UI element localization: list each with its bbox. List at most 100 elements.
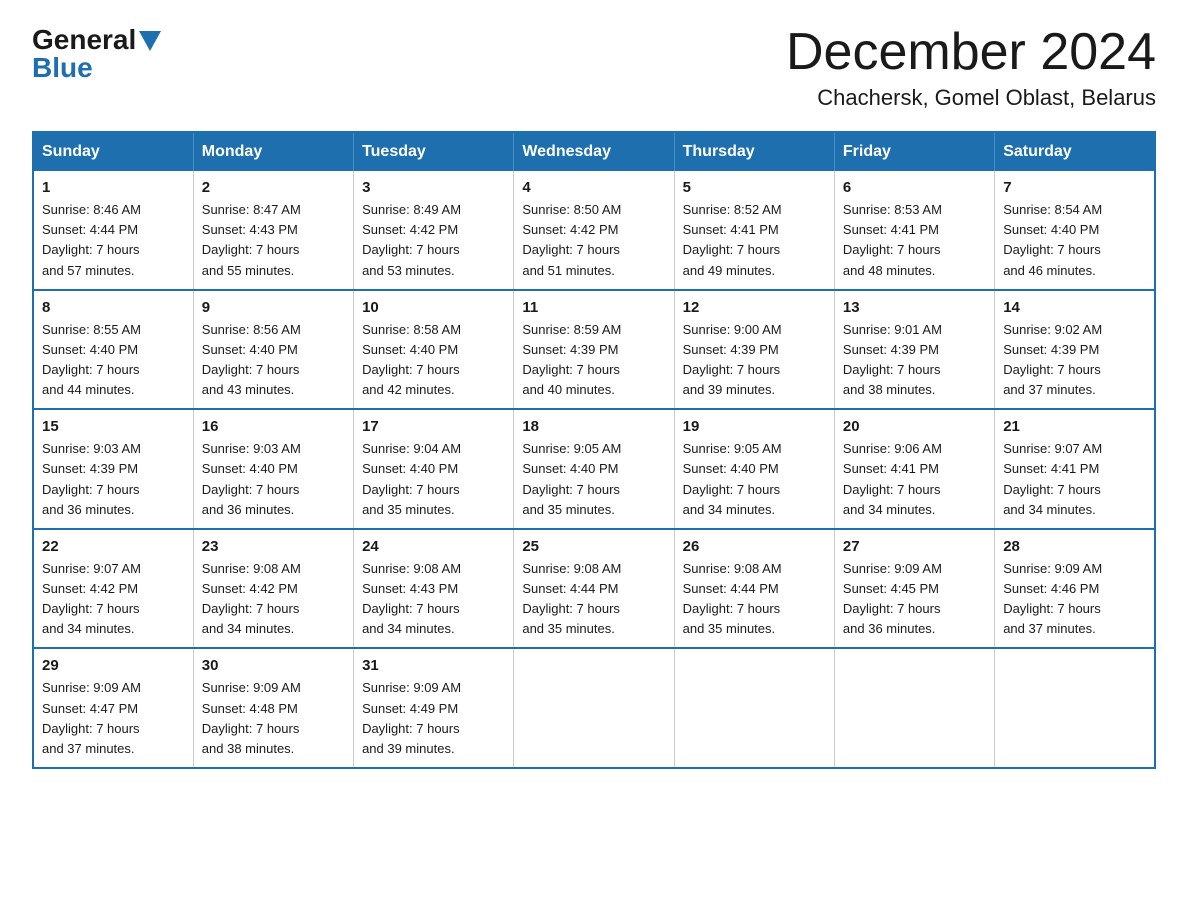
- calendar-subtitle: Chachersk, Gomel Oblast, Belarus: [786, 85, 1156, 111]
- calendar-cell: 24 Sunrise: 9:08 AMSunset: 4:43 PMDayligh…: [354, 529, 514, 649]
- calendar-cell: 29 Sunrise: 9:09 AMSunset: 4:47 PMDayligh…: [33, 648, 193, 768]
- calendar-header: SundayMondayTuesdayWednesdayThursdayFrid…: [33, 132, 1155, 171]
- day-number: 9: [202, 299, 345, 316]
- day-info: Sunrise: 9:08 AMSunset: 4:44 PMDaylight:…: [522, 559, 665, 640]
- day-info: Sunrise: 8:50 AMSunset: 4:42 PMDaylight:…: [522, 200, 665, 281]
- day-info: Sunrise: 9:05 AMSunset: 4:40 PMDaylight:…: [522, 439, 665, 520]
- calendar-cell: 14 Sunrise: 9:02 AMSunset: 4:39 PMDayligh…: [995, 290, 1155, 410]
- calendar-cell: 16Sunrise: 9:03 AMSunset: 4:40 PMDayligh…: [193, 409, 353, 529]
- day-info: Sunrise: 9:08 AMSunset: 4:44 PMDaylight:…: [683, 559, 826, 640]
- calendar-week-4: 22 Sunrise: 9:07 AMSunset: 4:42 PMDayligh…: [33, 529, 1155, 649]
- day-number: 28: [1003, 538, 1146, 555]
- weekday-header-saturday: Saturday: [995, 132, 1155, 171]
- calendar-cell: 18 Sunrise: 9:05 AMSunset: 4:40 PMDayligh…: [514, 409, 674, 529]
- day-info: Sunrise: 9:02 AMSunset: 4:39 PMDaylight:…: [1003, 320, 1146, 401]
- day-info: Sunrise: 8:53 AMSunset: 4:41 PMDaylight:…: [843, 200, 986, 281]
- day-info: Sunrise: 9:09 AMSunset: 4:49 PMDaylight:…: [362, 678, 505, 759]
- calendar-week-3: 15Sunrise: 9:03 AMSunset: 4:39 PMDayligh…: [33, 409, 1155, 529]
- calendar-cell: 20 Sunrise: 9:06 AMSunset: 4:41 PMDayligh…: [834, 409, 994, 529]
- day-info: Sunrise: 9:07 AMSunset: 4:41 PMDaylight:…: [1003, 439, 1146, 520]
- day-info: Sunrise: 9:06 AMSunset: 4:41 PMDaylight:…: [843, 439, 986, 520]
- day-number: 22: [42, 538, 185, 555]
- day-info: Sunrise: 9:09 AMSunset: 4:47 PMDaylight:…: [42, 678, 185, 759]
- calendar-cell: 15Sunrise: 9:03 AMSunset: 4:39 PMDayligh…: [33, 409, 193, 529]
- day-number: 11: [522, 299, 665, 316]
- day-info: Sunrise: 9:08 AMSunset: 4:42 PMDaylight:…: [202, 559, 345, 640]
- day-number: 30: [202, 657, 345, 674]
- day-info: Sunrise: 9:04 AMSunset: 4:40 PMDaylight:…: [362, 439, 505, 520]
- weekday-header-thursday: Thursday: [674, 132, 834, 171]
- day-number: 26: [683, 538, 826, 555]
- calendar-cell: 7Sunrise: 8:54 AMSunset: 4:40 PMDaylight…: [995, 171, 1155, 290]
- day-number: 18: [522, 418, 665, 435]
- day-info: Sunrise: 9:09 AMSunset: 4:48 PMDaylight:…: [202, 678, 345, 759]
- calendar-table: SundayMondayTuesdayWednesdayThursdayFrid…: [32, 131, 1156, 769]
- day-number: 6: [843, 179, 986, 196]
- day-number: 29: [42, 657, 185, 674]
- day-number: 10: [362, 299, 505, 316]
- day-info: Sunrise: 8:56 AMSunset: 4:40 PMDaylight:…: [202, 320, 345, 401]
- day-info: Sunrise: 8:46 AMSunset: 4:44 PMDaylight:…: [42, 200, 185, 281]
- weekday-header-row: SundayMondayTuesdayWednesdayThursdayFrid…: [33, 132, 1155, 171]
- page-header: General Blue December 2024 Chachersk, Go…: [32, 24, 1156, 111]
- day-number: 23: [202, 538, 345, 555]
- day-info: Sunrise: 8:54 AMSunset: 4:40 PMDaylight:…: [1003, 200, 1146, 281]
- day-number: 12: [683, 299, 826, 316]
- calendar-cell: 27Sunrise: 9:09 AMSunset: 4:45 PMDayligh…: [834, 529, 994, 649]
- day-number: 14: [1003, 299, 1146, 316]
- day-info: Sunrise: 9:08 AMSunset: 4:43 PMDaylight:…: [362, 559, 505, 640]
- day-number: 17: [362, 418, 505, 435]
- day-number: 13: [843, 299, 986, 316]
- calendar-cell: 6 Sunrise: 8:53 AMSunset: 4:41 PMDaylight…: [834, 171, 994, 290]
- calendar-week-5: 29 Sunrise: 9:09 AMSunset: 4:47 PMDayligh…: [33, 648, 1155, 768]
- calendar-cell: 22 Sunrise: 9:07 AMSunset: 4:42 PMDayligh…: [33, 529, 193, 649]
- day-info: Sunrise: 8:52 AMSunset: 4:41 PMDaylight:…: [683, 200, 826, 281]
- day-info: Sunrise: 9:01 AMSunset: 4:39 PMDaylight:…: [843, 320, 986, 401]
- day-info: Sunrise: 8:58 AMSunset: 4:40 PMDaylight:…: [362, 320, 505, 401]
- day-number: 21: [1003, 418, 1146, 435]
- calendar-cell: 26 Sunrise: 9:08 AMSunset: 4:44 PMDayligh…: [674, 529, 834, 649]
- day-info: Sunrise: 9:09 AMSunset: 4:46 PMDaylight:…: [1003, 559, 1146, 640]
- calendar-cell: 10 Sunrise: 8:58 AMSunset: 4:40 PMDayligh…: [354, 290, 514, 410]
- calendar-cell: 3 Sunrise: 8:49 AMSunset: 4:42 PMDaylight…: [354, 171, 514, 290]
- day-info: Sunrise: 8:47 AMSunset: 4:43 PMDaylight:…: [202, 200, 345, 281]
- day-number: 1: [42, 179, 185, 196]
- day-info: Sunrise: 8:49 AMSunset: 4:42 PMDaylight:…: [362, 200, 505, 281]
- day-info: Sunrise: 9:03 AMSunset: 4:40 PMDaylight:…: [202, 439, 345, 520]
- day-number: 31: [362, 657, 505, 674]
- logo: General Blue: [32, 24, 161, 84]
- weekday-header-wednesday: Wednesday: [514, 132, 674, 171]
- calendar-cell: 12 Sunrise: 9:00 AMSunset: 4:39 PMDayligh…: [674, 290, 834, 410]
- calendar-cell: 19 Sunrise: 9:05 AMSunset: 4:40 PMDayligh…: [674, 409, 834, 529]
- day-number: 19: [683, 418, 826, 435]
- calendar-cell: 17 Sunrise: 9:04 AMSunset: 4:40 PMDayligh…: [354, 409, 514, 529]
- calendar-cell: 9 Sunrise: 8:56 AMSunset: 4:40 PMDaylight…: [193, 290, 353, 410]
- title-section: December 2024 Chachersk, Gomel Oblast, B…: [786, 24, 1156, 111]
- day-info: Sunrise: 9:07 AMSunset: 4:42 PMDaylight:…: [42, 559, 185, 640]
- day-number: 24: [362, 538, 505, 555]
- day-number: 5: [683, 179, 826, 196]
- day-number: 25: [522, 538, 665, 555]
- weekday-header-monday: Monday: [193, 132, 353, 171]
- calendar-cell: 5 Sunrise: 8:52 AMSunset: 4:41 PMDaylight…: [674, 171, 834, 290]
- calendar-title: December 2024: [786, 24, 1156, 81]
- calendar-body: 1 Sunrise: 8:46 AMSunset: 4:44 PMDaylight…: [33, 171, 1155, 768]
- calendar-cell: 8 Sunrise: 8:55 AMSunset: 4:40 PMDaylight…: [33, 290, 193, 410]
- day-info: Sunrise: 9:00 AMSunset: 4:39 PMDaylight:…: [683, 320, 826, 401]
- day-number: 8: [42, 299, 185, 316]
- day-number: 20: [843, 418, 986, 435]
- day-number: 3: [362, 179, 505, 196]
- calendar-cell: 25 Sunrise: 9:08 AMSunset: 4:44 PMDayligh…: [514, 529, 674, 649]
- logo-triangle-icon: [139, 31, 161, 51]
- calendar-cell: 11 Sunrise: 8:59 AMSunset: 4:39 PMDayligh…: [514, 290, 674, 410]
- day-info: Sunrise: 8:55 AMSunset: 4:40 PMDaylight:…: [42, 320, 185, 401]
- day-info: Sunrise: 9:05 AMSunset: 4:40 PMDaylight:…: [683, 439, 826, 520]
- calendar-cell: [674, 648, 834, 768]
- logo-blue-text: Blue: [32, 52, 93, 84]
- weekday-header-tuesday: Tuesday: [354, 132, 514, 171]
- day-info: Sunrise: 9:09 AMSunset: 4:45 PMDaylight:…: [843, 559, 986, 640]
- day-number: 15: [42, 418, 185, 435]
- day-info: Sunrise: 8:59 AMSunset: 4:39 PMDaylight:…: [522, 320, 665, 401]
- calendar-cell: [995, 648, 1155, 768]
- calendar-cell: 30 Sunrise: 9:09 AMSunset: 4:48 PMDayligh…: [193, 648, 353, 768]
